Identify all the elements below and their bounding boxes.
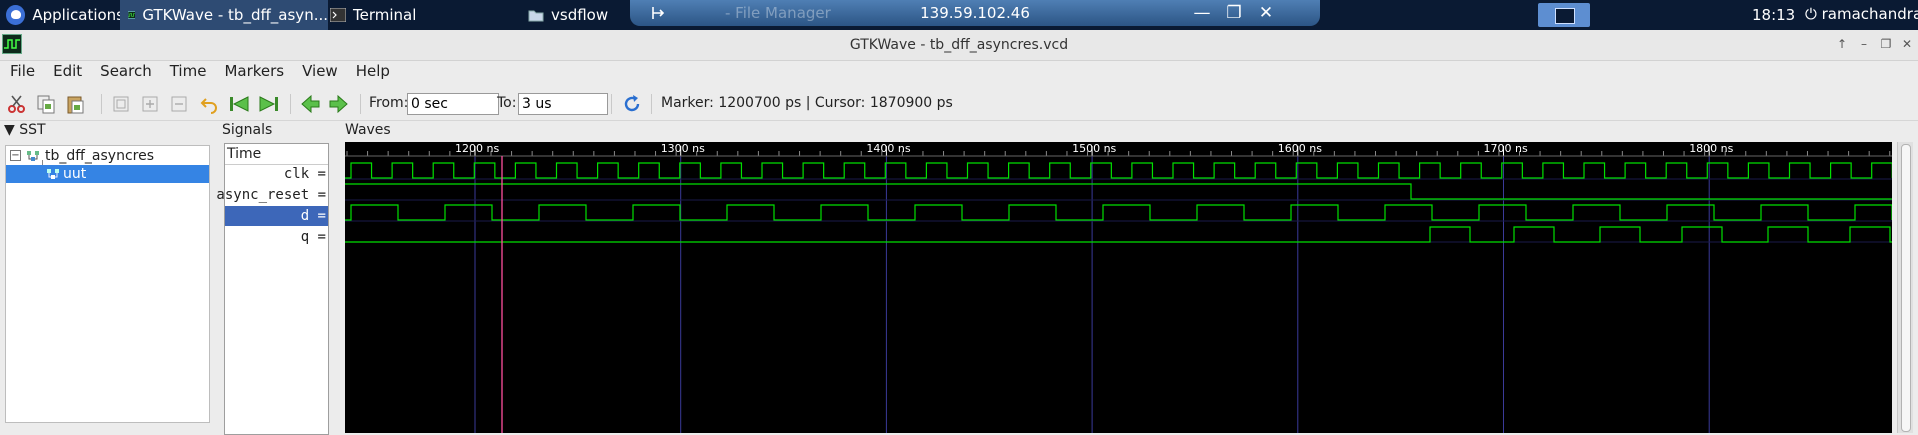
sst-title: SST (19, 122, 46, 138)
menubar: File Edit Search Time Markers View Help (0, 60, 399, 82)
marker-cursor-readout: Marker: 1200700 ps | Cursor: 1870900 ps (661, 95, 953, 111)
ruler-tick-label: 1400 ns (866, 142, 910, 155)
waveform-viewer[interactable]: 1200 ns 1300 ns 1400 ns 1500 ns 1600 ns 1700 … (345, 142, 1892, 433)
ruler-tick-label: 1800 ns (1689, 142, 1733, 155)
window-title: GTKWave - tb_dff_asyncres.vcd (849, 37, 1069, 53)
task-gtkwave[interactable]: GTKWave - tb_dff_asyn... (120, 0, 328, 30)
signals-header: Signals (222, 122, 273, 138)
ruler-tick-label: 1200 ns (455, 142, 499, 155)
signal-row-async-reset[interactable]: async_reset = (216, 185, 328, 205)
menu-markers[interactable]: Markers (215, 60, 293, 82)
ruler-tick-label: 1600 ns (1278, 142, 1322, 155)
signal-row-clk[interactable]: clk = (225, 164, 328, 184)
waveform-canvas[interactable]: 1200 ns 1300 ns 1400 ns 1500 ns 1600 ns 1700 … (345, 142, 1892, 433)
toolbar-separator (360, 94, 361, 114)
task-gtkwave-label: GTKWave - tb_dff_asyn... (142, 6, 328, 24)
to-time-input[interactable] (518, 93, 608, 115)
sst-tree[interactable]: − tb_dff_asyncres uut (5, 145, 210, 423)
terminal-icon (330, 8, 346, 22)
toolbar-separator (290, 94, 291, 114)
ruler-tick-label: 1700 ns (1484, 142, 1528, 155)
task-vsdflow-label: vsdflow (551, 6, 609, 24)
signal-name: q = (300, 229, 326, 245)
signal-row-d[interactable]: d = (225, 206, 328, 226)
xfce-logo-icon (6, 5, 26, 25)
window-close-icon[interactable]: ✕ (1899, 36, 1915, 52)
from-label: From: (369, 95, 409, 111)
shade-icon[interactable]: ↑ (1834, 36, 1850, 52)
workspace-icon (1555, 8, 1575, 24)
copy-icon[interactable] (35, 93, 57, 115)
paste-icon[interactable] (64, 93, 86, 115)
taskbar: Applications GTKWave - tb_dff_asyn... Te… (0, 0, 1918, 30)
wave-clk (345, 162, 1892, 179)
ruler-tick-label: 1500 ns (1072, 142, 1116, 155)
user-name: ramachandran (1821, 5, 1918, 23)
sst-header[interactable]: ▼ SST (4, 122, 46, 138)
tree-label: tb_dff_asyncres (45, 148, 154, 164)
remote-ip: 139.59.102.46 (920, 4, 1030, 22)
tree-expander-icon[interactable]: − (10, 150, 21, 161)
folder-icon (528, 10, 544, 22)
vertical-scrollbar[interactable] (1897, 142, 1913, 433)
from-time-input[interactable] (407, 93, 499, 115)
applications-menu-button[interactable]: Applications (0, 0, 124, 30)
signal-name: d = (300, 208, 326, 224)
menu-search[interactable]: Search (91, 60, 161, 82)
undo-zoom-icon[interactable] (198, 93, 220, 115)
signals-list[interactable]: Time clk = async_reset = d = q = (216, 143, 329, 435)
minimize-icon[interactable]: — (1192, 3, 1212, 23)
zoom-to-start-icon[interactable] (228, 93, 250, 115)
gtkwave-icon (128, 11, 136, 19)
zoom-fit-icon[interactable] (110, 93, 132, 115)
toolbar-separator (651, 94, 652, 114)
tree-item-uut[interactable]: uut (6, 165, 209, 183)
clock[interactable]: 18:13 (1752, 6, 1795, 24)
tree-item-tb-dff-asyncres[interactable]: − tb_dff_asyncres (6, 147, 209, 165)
menu-edit[interactable]: Edit (44, 60, 91, 82)
reload-icon[interactable] (621, 93, 643, 115)
signal-time-header: Time (225, 144, 328, 165)
module-icon (47, 169, 59, 179)
zoom-in-icon[interactable] (139, 93, 161, 115)
waves-header: Waves (345, 122, 391, 138)
signal-time-label: Time (227, 146, 262, 162)
window-maximize-icon[interactable]: ❐ (1878, 36, 1894, 52)
zoom-out-icon[interactable] (168, 93, 190, 115)
wave-async-reset (345, 183, 1892, 200)
zoom-to-end-icon[interactable] (258, 93, 280, 115)
toolbar-separator (611, 94, 612, 114)
cut-icon[interactable] (6, 93, 28, 115)
window-titlebar: GTKWave - tb_dff_asyncres.vcd ↑ – ❐ ✕ (0, 30, 1918, 61)
window-minimize-icon[interactable]: – (1856, 36, 1872, 52)
menu-view[interactable]: View (293, 60, 347, 82)
signal-name: async_reset = (216, 187, 326, 203)
user-menu[interactable]: ⏻ ramachandran (1805, 5, 1918, 23)
menu-file[interactable]: File (0, 60, 44, 82)
toolbar-separator (101, 94, 102, 114)
menu-help[interactable]: Help (347, 60, 399, 82)
module-icon (27, 151, 39, 161)
toolbar: From: To: Marker: 1200700 ps | Cursor: 1… (0, 88, 1918, 121)
scrollbar-thumb[interactable] (1901, 144, 1911, 432)
applications-label: Applications (32, 6, 124, 24)
wave-q (345, 226, 1892, 243)
workspace-switcher[interactable] (1538, 3, 1590, 27)
close-icon[interactable]: ✕ (1256, 3, 1276, 23)
to-label: To: (497, 95, 517, 111)
ruler-tick-label: 1300 ns (661, 142, 705, 155)
signal-row-q[interactable]: q = (225, 227, 328, 247)
find-previous-edge-icon[interactable] (299, 93, 321, 115)
signal-name: clk = (283, 166, 326, 182)
find-next-edge-icon[interactable] (328, 93, 350, 115)
remote-connection-bar: - File Manager 139.59.102.46 — ❐ ✕ (630, 0, 1320, 26)
task-terminal[interactable]: Terminal (320, 0, 530, 30)
tree-label: uut (63, 166, 87, 182)
task-terminal-label: Terminal (353, 6, 417, 24)
wave-d (345, 204, 1892, 221)
menu-time[interactable]: Time (161, 60, 216, 82)
restore-icon[interactable]: ❐ (1224, 3, 1244, 23)
